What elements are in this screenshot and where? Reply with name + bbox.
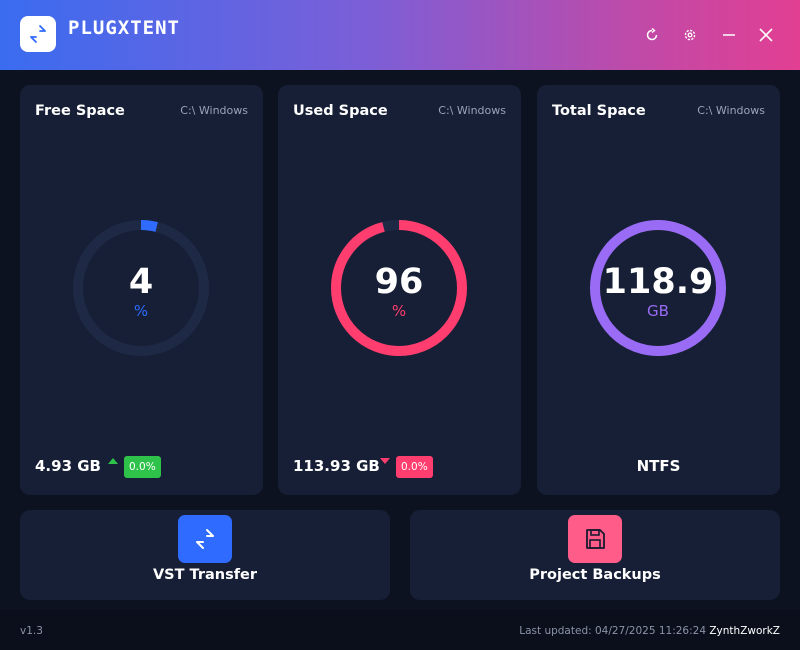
ring-value: 96 xyxy=(374,262,424,302)
last-updated-label: Last updated: 04/27/2025 11:26:24 xyxy=(519,625,706,637)
project-backups-icon-box xyxy=(568,515,622,563)
title-bar: PLUGXTENT xyxy=(0,0,800,70)
settings-button[interactable] xyxy=(679,24,701,46)
free-space-value: 4.93 GB xyxy=(35,457,101,475)
app-logo xyxy=(20,16,56,52)
gear-icon xyxy=(684,29,696,41)
transfer-arrows-icon xyxy=(196,529,214,549)
project-backups-button[interactable]: Project Backups xyxy=(410,510,780,600)
drive-path: C:\ Windows xyxy=(697,104,765,117)
ring-unit: GB xyxy=(647,302,669,320)
version-label: v1.3 xyxy=(20,625,43,637)
ring-unit: % xyxy=(391,302,407,320)
refresh-icon xyxy=(646,28,658,41)
total-space-card: Total Space C:\ Windows 118.9 GB NTFS xyxy=(537,85,780,495)
status-bar: v1.3 Last updated: 04/27/2025 11:26:24 Z… xyxy=(0,610,800,650)
change-badge: 0.0% xyxy=(396,456,433,478)
tile-label: Project Backups xyxy=(529,567,661,583)
trend-down-icon xyxy=(380,458,390,464)
username-label: ZynthZworkZ xyxy=(709,625,780,637)
transfer-arrows-icon xyxy=(30,25,46,43)
ring-unit: % xyxy=(133,302,149,320)
close-button[interactable] xyxy=(755,24,777,46)
close-icon xyxy=(759,28,773,42)
ring-value: 118.9 xyxy=(602,262,714,302)
refresh-button[interactable] xyxy=(641,24,663,46)
card-title: Total Space xyxy=(552,103,646,119)
tile-label: VST Transfer xyxy=(152,567,258,583)
card-title: Used Space xyxy=(293,103,388,119)
used-space-card: Used Space C:\ Windows 96 % 113.93 GB 0.… xyxy=(278,85,521,495)
card-title: Free Space xyxy=(35,103,125,119)
used-space-value: 113.93 GB xyxy=(293,457,380,475)
ring-value: 4 xyxy=(128,262,154,302)
used-space-ring: 96 % xyxy=(329,218,469,358)
minimize-icon xyxy=(723,34,735,36)
drive-path: C:\ Windows xyxy=(180,104,248,117)
floppy-disk-icon xyxy=(586,529,605,549)
free-space-ring: 4 % xyxy=(71,218,211,358)
free-space-card: Free Space C:\ Windows 4 % 4.93 GB 0.0% xyxy=(20,85,263,495)
vst-transfer-button[interactable]: VST Transfer xyxy=(20,510,390,600)
minimize-button[interactable] xyxy=(718,24,740,46)
total-space-ring: 118.9 GB xyxy=(588,218,728,358)
filesystem-label: NTFS xyxy=(636,457,681,475)
drive-path: C:\ Windows xyxy=(438,104,506,117)
vst-transfer-icon-box xyxy=(178,515,232,563)
trend-up-icon xyxy=(108,458,118,464)
change-badge: 0.0% xyxy=(124,456,161,478)
app-title: PLUGXTENT xyxy=(68,17,180,39)
